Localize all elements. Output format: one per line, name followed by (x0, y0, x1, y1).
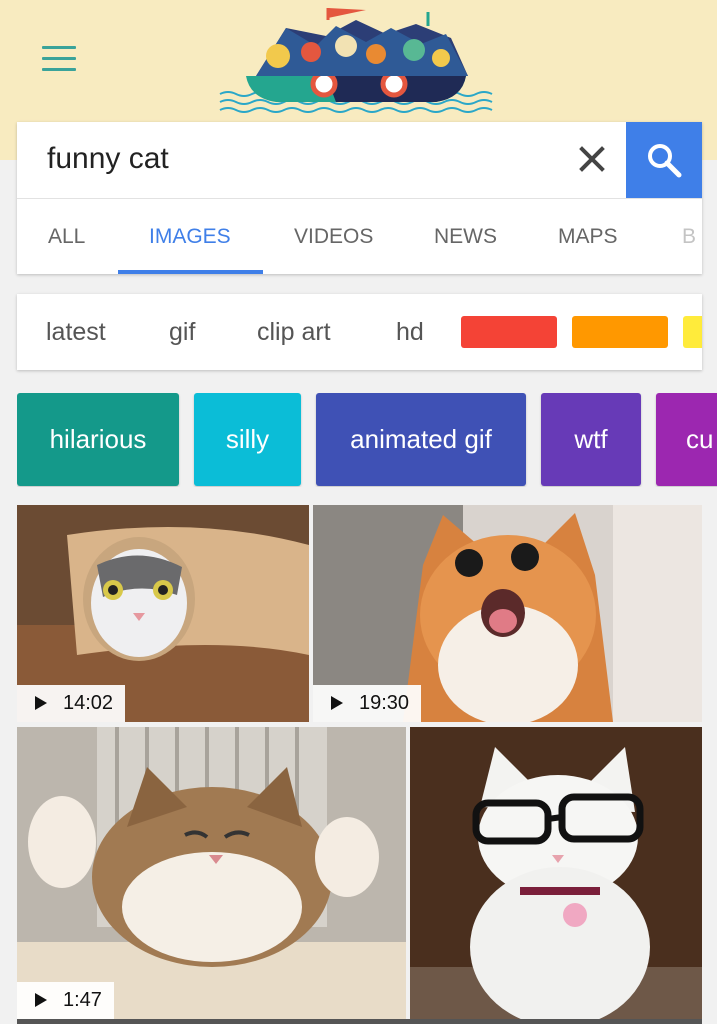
color-filter-orange[interactable] (572, 316, 668, 348)
video-duration: 14:02 (63, 692, 114, 714)
filter-clip-art[interactable]: clip art (257, 294, 331, 370)
tab-videos[interactable]: VIDEOS (294, 199, 373, 275)
tab-more[interactable]: B (682, 199, 696, 275)
video-duration-badge: 1:47 (17, 982, 114, 1019)
search-tabs: ALL IMAGES VIDEOS NEWS MAPS B (17, 198, 702, 275)
result-thumbnail[interactable]: 19:30 (313, 505, 702, 722)
cat-with-glasses-image (410, 727, 702, 1019)
search-icon (648, 144, 682, 178)
video-duration: 19:30 (359, 692, 410, 714)
related-search-chips: hilarious silly animated gif wtf cu (17, 393, 717, 487)
tab-all[interactable]: ALL (48, 199, 85, 275)
filter-latest[interactable]: latest (46, 294, 106, 370)
chip-hilarious[interactable]: hilarious (17, 393, 179, 486)
filter-hd[interactable]: hd (396, 294, 424, 370)
tab-news[interactable]: NEWS (434, 199, 497, 275)
search-input[interactable] (17, 122, 607, 196)
chip-animated-gif[interactable]: animated gif (316, 393, 526, 486)
video-duration: 1:47 (63, 989, 102, 1011)
next-row-thumbnails (17, 1019, 702, 1024)
google-doodle-boat-icon[interactable] (216, 6, 494, 118)
search-button[interactable] (626, 122, 702, 198)
hamburger-menu-icon[interactable] (36, 40, 82, 74)
result-thumbnail[interactable] (410, 727, 702, 1019)
color-filter-red[interactable] (461, 316, 557, 348)
filter-gif[interactable]: gif (169, 294, 195, 370)
chip-wtf[interactable]: wtf (541, 393, 641, 486)
filter-bar: latest gif clip art hd (17, 294, 702, 370)
play-icon (35, 696, 47, 710)
active-tab-indicator (118, 270, 263, 274)
result-thumbnail[interactable]: 14:02 (17, 505, 309, 722)
chip-cute[interactable]: cu (656, 393, 717, 486)
result-thumbnail[interactable]: 1:47 (17, 727, 406, 1019)
tab-maps[interactable]: MAPS (558, 199, 618, 275)
video-duration-badge: 19:30 (313, 685, 422, 722)
color-filter-yellow[interactable] (683, 316, 702, 348)
play-icon (331, 696, 343, 710)
search-panel: ALL IMAGES VIDEOS NEWS MAPS B (17, 122, 702, 274)
tab-images[interactable]: IMAGES (149, 199, 231, 275)
close-icon[interactable] (573, 140, 611, 178)
play-icon (35, 993, 47, 1007)
video-duration-badge: 14:02 (17, 685, 126, 722)
chip-silly[interactable]: silly (194, 393, 301, 486)
cat-paws-up-image (17, 727, 406, 1019)
